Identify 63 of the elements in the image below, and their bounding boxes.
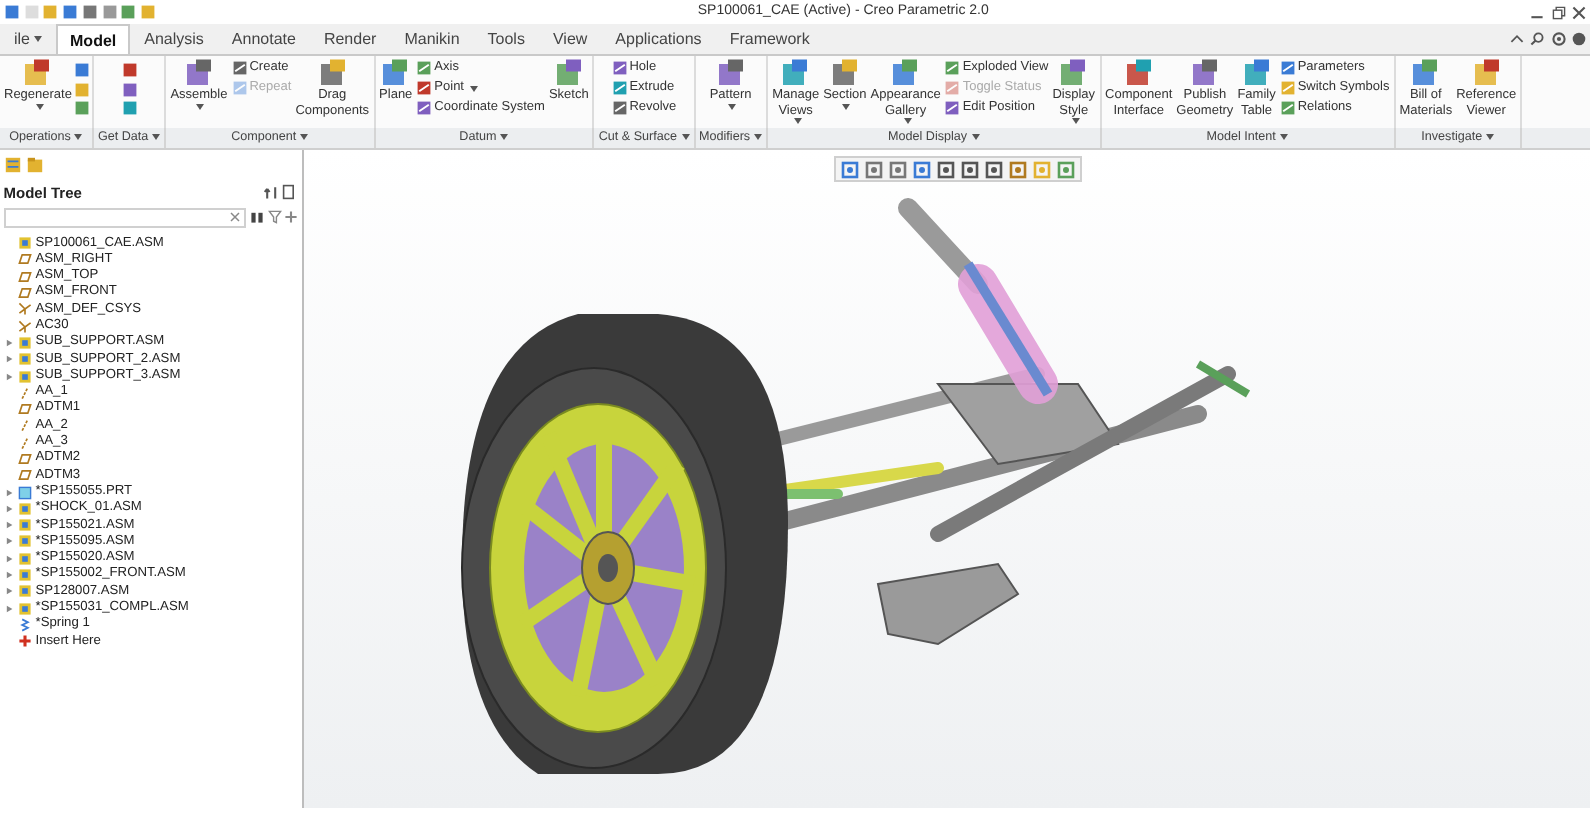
tool-icon <box>829 58 860 88</box>
search-field[interactable] <box>3 207 246 228</box>
ribbon-tab[interactable]: Tools <box>473 22 539 54</box>
datum-plane-icon <box>17 402 32 417</box>
search-icon[interactable] <box>1530 32 1545 46</box>
tree-tool-icon[interactable] <box>3 155 22 173</box>
tool-icon <box>231 80 248 96</box>
tool-icon <box>890 58 921 88</box>
tool-icon <box>1123 58 1154 88</box>
insert-icon <box>17 634 32 649</box>
find-icon[interactable] <box>249 210 264 225</box>
tool-icon <box>1058 58 1089 88</box>
tool-icon <box>416 100 433 116</box>
tool-icon <box>553 58 584 88</box>
restore-icon[interactable] <box>1551 5 1566 19</box>
view-tool-icon[interactable] <box>912 160 932 180</box>
tool-icon <box>1410 58 1441 88</box>
ribbon-tab[interactable]: ile <box>0 22 57 54</box>
view-tool-icon[interactable] <box>936 160 956 180</box>
tool-icon <box>183 58 214 88</box>
view-tool-icon[interactable] <box>960 160 980 180</box>
view-tool-icon[interactable] <box>840 160 860 180</box>
ribbon-tab[interactable]: View <box>538 22 602 54</box>
tool-icon <box>1279 80 1296 96</box>
tool-icon <box>611 80 628 96</box>
ribbon-tab[interactable]: Analysis <box>130 22 218 54</box>
tool-icon <box>944 80 961 96</box>
tool-icon <box>944 100 961 116</box>
tool-icon <box>380 58 411 88</box>
folder-icon[interactable] <box>25 155 43 173</box>
tool-icon <box>1279 100 1296 116</box>
ribbon-tab[interactable]: Applications <box>601 22 716 54</box>
ribbon-tab[interactable]: Annotate <box>217 22 310 54</box>
assembly-icon <box>17 236 32 251</box>
tool-icon <box>1471 58 1502 88</box>
tree-settings-icon[interactable] <box>263 184 279 201</box>
tool-icon <box>1241 58 1272 88</box>
tool-icon <box>416 80 433 96</box>
tool-icon <box>715 58 746 88</box>
help-icon[interactable] <box>1572 32 1587 46</box>
ribbon-tab[interactable]: Model <box>56 24 131 54</box>
tool-icon <box>611 100 628 116</box>
collapse-icon[interactable] <box>1509 32 1524 46</box>
tool-icon <box>22 58 53 88</box>
view-tool-icon[interactable] <box>1056 160 1076 180</box>
part-icon <box>17 485 32 500</box>
add-icon[interactable] <box>284 210 299 225</box>
close-icon[interactable] <box>1572 5 1587 19</box>
view-tool-icon[interactable] <box>888 160 908 180</box>
view-tool-icon[interactable] <box>864 160 884 180</box>
view-tool-icon[interactable] <box>984 160 1004 180</box>
ribbon-tab[interactable]: Manikin <box>390 22 474 54</box>
ribbon-tab[interactable]: Framework <box>715 22 824 54</box>
show-menu-icon[interactable] <box>282 184 299 201</box>
ribbon-tab[interactable]: Render <box>309 22 391 54</box>
tool-icon <box>1189 58 1220 88</box>
settings-icon[interactable] <box>1551 32 1566 46</box>
tool-icon <box>780 58 811 88</box>
datum-axis-icon <box>17 385 32 400</box>
clear-icon[interactable] <box>230 212 241 223</box>
view-tool-icon[interactable] <box>1008 160 1028 180</box>
tool-icon <box>317 58 348 88</box>
spring-icon <box>17 617 32 632</box>
